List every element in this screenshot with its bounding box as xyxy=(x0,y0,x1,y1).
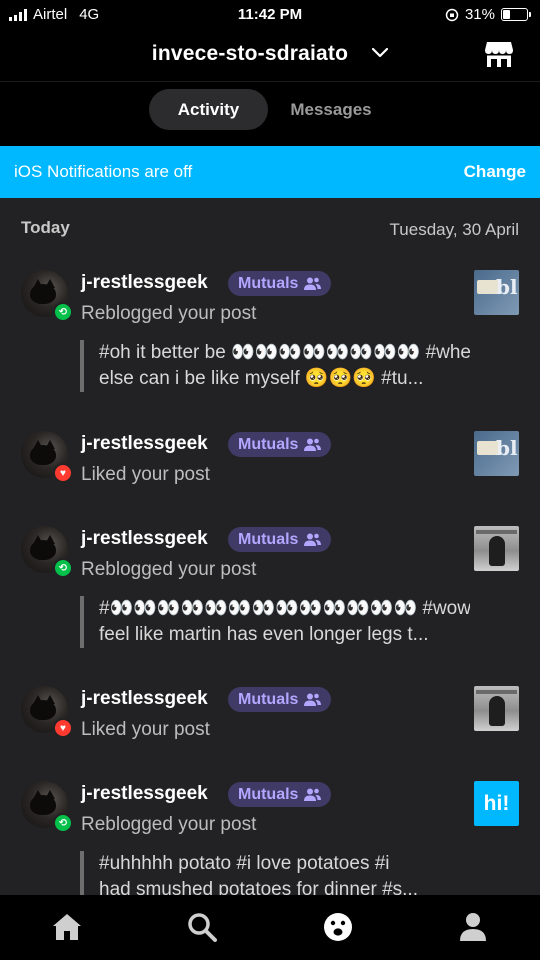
mutuals-label: Mutuals xyxy=(238,436,299,453)
mutuals-label: Mutuals xyxy=(238,786,299,803)
username[interactable]: j-restlessgeek xyxy=(81,783,208,805)
quote-line: else can i be like myself 🥺🥺🥺 #tu... xyxy=(99,368,424,389)
quote-line: had smushed potatoes for dinner #s... xyxy=(99,879,418,895)
day-label: Today xyxy=(21,218,70,237)
header: invece-sto-sdraiato xyxy=(0,34,540,82)
heart-icon: ♥ xyxy=(53,718,73,738)
notifications-banner: iOS Notifications are off Change xyxy=(0,146,540,198)
people-icon xyxy=(304,438,322,451)
battery-percent: 31% xyxy=(464,6,495,23)
store-icon[interactable] xyxy=(484,40,514,68)
post-quote[interactable]: #oh it better be 👀👀👀👀👀👀👀👀 #where else ca… xyxy=(80,340,470,392)
username[interactable]: j-restlessgeek xyxy=(81,528,208,550)
day-header: Today Tuesday, 30 April xyxy=(21,218,519,242)
mutuals-badge: Mutuals xyxy=(228,782,332,807)
blog-switcher[interactable]: invece-sto-sdraiato xyxy=(0,42,540,66)
mutuals-label: Mutuals xyxy=(238,275,299,292)
action-text: Reblogged your post xyxy=(81,814,257,835)
heart-icon: ♥ xyxy=(53,463,73,483)
post-quote[interactable]: #👀👀👀👀👀👀👀👀👀👀👀👀👀 #wow #why do i feel like … xyxy=(80,596,470,648)
activity-icon[interactable] xyxy=(322,911,354,943)
avatar[interactable]: ♥ xyxy=(21,686,73,738)
mutuals-badge: Mutuals xyxy=(228,687,332,712)
action-text: Liked your post xyxy=(81,719,210,740)
username[interactable]: j-restlessgeek xyxy=(81,688,208,710)
action-text: Reblogged your post xyxy=(81,559,257,580)
banner-text: iOS Notifications are off xyxy=(14,162,193,181)
activity-item[interactable]: ⟲ j-restlessgeek Mutuals Reblogged your … xyxy=(0,270,540,400)
mutuals-badge: Mutuals xyxy=(228,271,332,296)
change-button[interactable]: Change xyxy=(464,162,526,182)
tab-bar: Activity Messages xyxy=(0,82,540,146)
orientation-lock-icon xyxy=(445,8,459,21)
activity-item[interactable]: ⟲ j-restlessgeek Mutuals Reblogged your … xyxy=(0,526,540,656)
activity-feed[interactable]: Today Tuesday, 30 April ⟲ j-restlessgeek… xyxy=(0,198,540,895)
search-icon[interactable] xyxy=(186,911,218,943)
mutuals-label: Mutuals xyxy=(238,531,299,548)
quote-line: #👀👀👀👀👀👀👀👀👀👀👀👀👀 #wow #why do i xyxy=(99,598,470,619)
quote-line: #uhhhhh potato #i love potatoes #i xyxy=(99,853,390,874)
action-text: Liked your post xyxy=(81,464,210,485)
bottom-nav xyxy=(0,895,540,960)
avatar[interactable]: ♥ xyxy=(21,431,73,483)
mutuals-label: Mutuals xyxy=(238,691,299,708)
avatar[interactable]: ⟲ xyxy=(21,526,73,578)
username[interactable]: j-restlessgeek xyxy=(81,433,208,455)
blog-name: invece-sto-sdraiato xyxy=(151,42,349,65)
tab-activity[interactable]: Activity xyxy=(149,89,268,130)
avatar[interactable]: ⟲ xyxy=(21,270,73,322)
post-thumbnail[interactable] xyxy=(474,526,519,571)
chevron-down-icon xyxy=(372,48,389,58)
post-quote[interactable]: #uhhhhh potato #i love potatoes #i had s… xyxy=(80,851,470,895)
quote-line: #oh it better be 👀👀👀👀👀👀👀👀 #where xyxy=(99,342,470,363)
activity-item[interactable]: ♥ j-restlessgeek Mutuals Liked your post… xyxy=(0,431,540,491)
reblog-icon: ⟲ xyxy=(53,558,73,578)
tab-messages[interactable]: Messages xyxy=(272,89,390,130)
username[interactable]: j-restlessgeek xyxy=(81,272,208,294)
post-thumbnail[interactable]: bl xyxy=(474,431,519,476)
reblog-icon: ⟲ xyxy=(53,302,73,322)
people-icon xyxy=(304,788,322,801)
activity-item[interactable]: ♥ j-restlessgeek Mutuals Liked your post xyxy=(0,686,540,746)
account-icon[interactable] xyxy=(457,911,489,943)
mutuals-badge: Mutuals xyxy=(228,432,332,457)
people-icon xyxy=(304,277,322,290)
reblog-icon: ⟲ xyxy=(53,813,73,833)
people-icon xyxy=(304,693,322,706)
status-bar: Airtel 4G 11:42 PM 31% xyxy=(0,0,540,34)
people-icon xyxy=(304,533,322,546)
avatar[interactable]: ⟲ xyxy=(21,781,73,833)
post-thumbnail[interactable] xyxy=(474,686,519,731)
post-thumbnail[interactable]: hi! xyxy=(474,781,519,826)
battery-info: 31% xyxy=(445,6,531,23)
action-text: Reblogged your post xyxy=(81,303,257,324)
battery-icon xyxy=(501,8,531,21)
mutuals-badge: Mutuals xyxy=(228,527,332,552)
activity-item[interactable]: ⟲ j-restlessgeek Mutuals Reblogged your … xyxy=(0,781,540,895)
day-date: Tuesday, 30 April xyxy=(389,220,519,239)
quote-line: feel like martin has even longer legs t.… xyxy=(99,624,429,645)
post-thumbnail[interactable]: bl xyxy=(474,270,519,315)
home-icon[interactable] xyxy=(51,911,83,943)
